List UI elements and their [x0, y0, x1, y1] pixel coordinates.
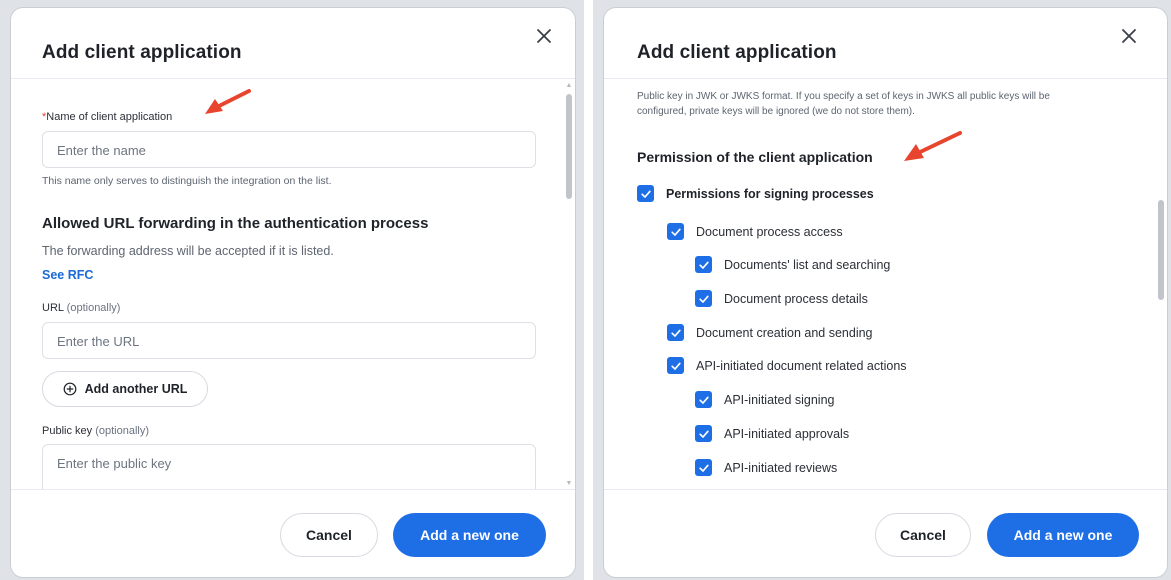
cancel-button[interactable]: Cancel [280, 513, 378, 557]
left-screenshot-panel: Add client application *Name of client a… [0, 0, 584, 580]
scroll-thumb[interactable] [1158, 200, 1164, 300]
public-key-textarea[interactable]: Enter the public key [42, 444, 536, 489]
checkmark-icon [698, 430, 709, 438]
public-key-optional-text: (optionally) [95, 425, 150, 437]
checkbox-checked[interactable] [667, 223, 684, 240]
dialog-body: *Name of client application Enter the na… [11, 79, 561, 489]
permission-label: Documents' list and searching [724, 257, 891, 272]
add-another-url-button[interactable]: Add another URL [42, 371, 208, 407]
checkbox-checked[interactable] [695, 391, 712, 408]
scroll-up-icon[interactable]: ▲ [563, 80, 575, 90]
close-icon[interactable] [1117, 24, 1141, 48]
name-input[interactable]: Enter the name [42, 131, 536, 168]
permission-api-reviews[interactable]: API-initiated reviews [695, 459, 837, 476]
checkbox-checked[interactable] [695, 256, 712, 273]
url-input[interactable]: Enter the URL [42, 322, 536, 359]
dialog-scrollbar[interactable] [1155, 80, 1167, 488]
checkmark-icon [698, 396, 709, 404]
scroll-down-icon[interactable]: ▼ [563, 478, 575, 488]
plus-circle-icon [63, 382, 77, 396]
permission-document-process-access[interactable]: Document process access [667, 223, 843, 240]
footer-divider [11, 489, 575, 490]
add-new-button[interactable]: Add a new one [987, 513, 1139, 557]
public-key-label-text: Public key [42, 425, 93, 437]
annotation-arrow-icon [904, 131, 962, 161]
checkmark-icon [698, 295, 709, 303]
permission-documents-list[interactable]: Documents' list and searching [695, 256, 890, 273]
permission-api-signing[interactable]: API-initiated signing [695, 391, 834, 408]
permission-label: Document process access [696, 224, 843, 239]
permission-label: API-initiated document related actions [696, 358, 907, 373]
checkbox-checked[interactable] [695, 290, 712, 307]
add-client-dialog-right: Add client application Public key in JWK… [604, 8, 1167, 577]
public-key-hint-line2: configured, private keys will be ignored… [637, 106, 915, 117]
permission-document-process-details[interactable]: Document process details [695, 290, 868, 307]
checkbox-checked[interactable] [695, 425, 712, 442]
annotation-arrow-icon [205, 89, 251, 114]
checkmark-icon [640, 190, 651, 198]
name-hint: This name only serves to distinguish the… [42, 175, 332, 187]
checkbox-checked[interactable] [695, 459, 712, 476]
public-key-label: Public key (optionally) [42, 425, 149, 437]
name-field-label: *Name of client application [42, 111, 172, 123]
permission-api-document-actions[interactable]: API-initiated document related actions [667, 357, 907, 374]
name-label-text: Name of client application [46, 111, 173, 123]
permission-document-creation[interactable]: Document creation and sending [667, 324, 873, 341]
dialog-scrollbar[interactable]: ▲ ▼ [563, 80, 575, 488]
public-key-format-hint: Public key in JWK or JWKS format. If you… [637, 89, 1050, 119]
right-screenshot-panel: Add client application Public key in JWK… [593, 0, 1171, 580]
checkmark-icon [670, 228, 681, 236]
checkmark-icon [698, 464, 709, 472]
url-input-placeholder: Enter the URL [57, 334, 140, 349]
public-key-hint-line1: Public key in JWK or JWKS format. If you… [637, 91, 1050, 102]
permission-label: Document creation and sending [696, 325, 873, 340]
url-section-description: The forwarding address will be accepted … [42, 244, 334, 258]
checkmark-icon [698, 261, 709, 269]
checkbox-checked[interactable] [667, 324, 684, 341]
dialog-title: Add client application [637, 42, 837, 63]
dialog-body: Public key in JWK or JWKS format. If you… [604, 79, 1153, 489]
url-field-label: URL (optionally) [42, 302, 120, 314]
url-label-text: URL [42, 302, 64, 314]
scroll-thumb[interactable] [566, 94, 572, 199]
permission-label: API-initiated signing [724, 392, 835, 407]
checkbox-checked[interactable] [667, 357, 684, 374]
permission-label: Document process details [724, 291, 868, 306]
close-icon[interactable] [532, 24, 556, 48]
public-key-placeholder: Enter the public key [57, 456, 172, 471]
permissions-title: Permission of the client application [637, 149, 873, 165]
name-input-placeholder: Enter the name [57, 143, 146, 158]
checkmark-icon [670, 362, 681, 370]
footer-divider [604, 489, 1167, 490]
cancel-button[interactable]: Cancel [875, 513, 971, 557]
dialog-title: Add client application [42, 42, 242, 63]
add-new-button[interactable]: Add a new one [393, 513, 546, 557]
url-optional-text: (optionally) [66, 302, 121, 314]
permission-label: API-initiated reviews [724, 460, 838, 475]
permission-api-approvals[interactable]: API-initiated approvals [695, 425, 849, 442]
checkbox-checked[interactable] [637, 185, 654, 202]
checkmark-icon [670, 329, 681, 337]
permission-label: API-initiated approvals [724, 426, 850, 441]
permission-label: Permissions for signing processes [666, 186, 874, 201]
see-rfc-link[interactable]: See RFC [42, 268, 93, 282]
url-section-title: Allowed URL forwarding in the authentica… [42, 215, 429, 232]
add-another-url-label: Add another URL [84, 382, 188, 396]
permission-signing-processes[interactable]: Permissions for signing processes [637, 185, 874, 202]
add-client-dialog-left: Add client application *Name of client a… [11, 8, 575, 577]
